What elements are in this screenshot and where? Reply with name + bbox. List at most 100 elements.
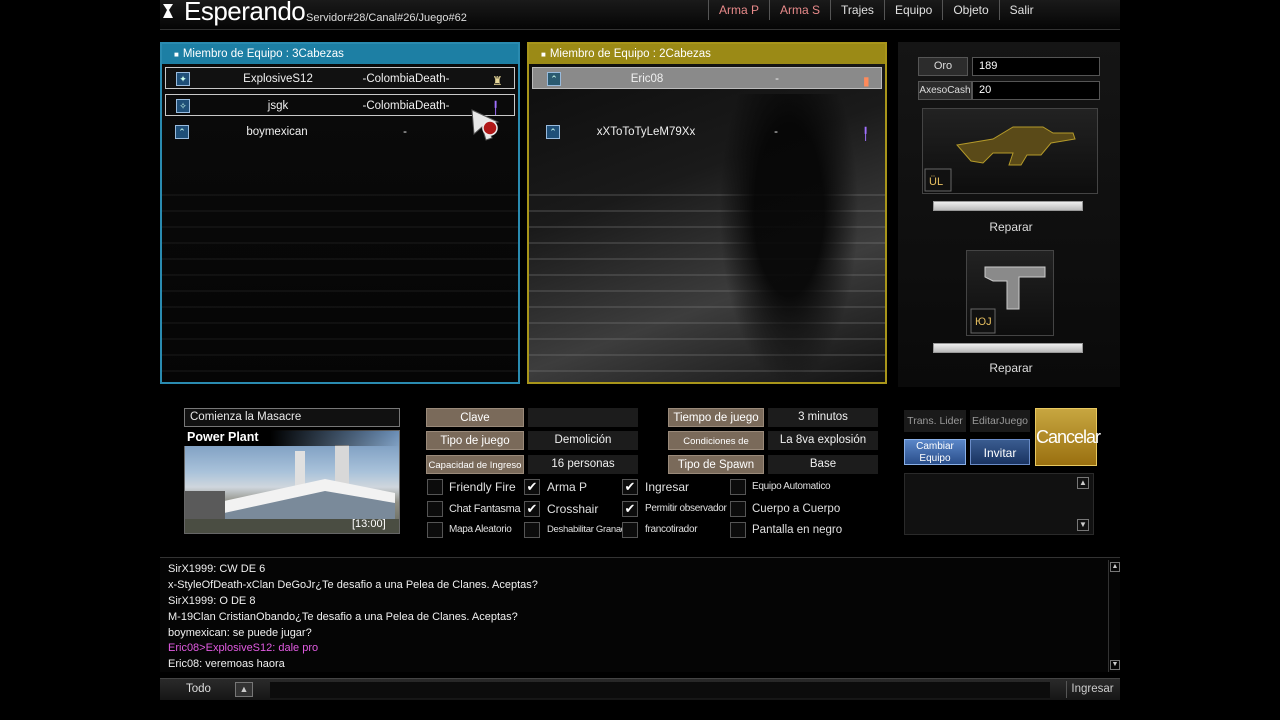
chat-input[interactable] xyxy=(270,682,1050,698)
player-name: xXToToTyLeM79Xx xyxy=(596,126,696,138)
invite-list-box: ▲ ▼ xyxy=(904,473,1094,535)
clave-label: Clave xyxy=(426,408,524,427)
player-name: ExplosiveS12 xyxy=(243,73,313,85)
tipo-juego-value: Demolición xyxy=(528,431,638,450)
tiempo-value: 3 minutos xyxy=(768,408,878,427)
channel-dropdown-icon[interactable]: ▲ xyxy=(235,682,253,697)
team-a-header: ■ Miembro de Equipo : 3Cabezas xyxy=(162,44,518,64)
menu-arma-p[interactable]: Arma P xyxy=(708,0,769,20)
chat-message: SirX1999: CW DE 6 xyxy=(168,563,266,575)
permitir-observador-label: Permitir observador xyxy=(645,503,727,514)
svg-text:ЮJ: ЮJ xyxy=(975,316,992,328)
rank-icon: ⌃ xyxy=(546,125,560,139)
primary-durability-bar xyxy=(933,201,1083,211)
menu-salir[interactable]: Salir xyxy=(998,0,1044,20)
rank-icon: ⌃ xyxy=(547,72,561,86)
ingresar-label: Ingresar xyxy=(645,480,690,494)
rank-icon: ✧ xyxy=(176,99,190,113)
rifle-icon: ÜL xyxy=(924,126,1076,192)
team-a-panel: ■ Miembro de Equipo : 3Cabezas ✦ Explosiv… xyxy=(160,42,520,384)
invitar-button[interactable]: Invitar xyxy=(970,439,1030,465)
svg-text:ÜL: ÜL xyxy=(929,176,943,188)
francotirador-checkbox[interactable] xyxy=(622,522,638,538)
chat-message: M-19Clan CristianObando¿Te desafio a una… xyxy=(168,611,518,623)
gold-value: 189 xyxy=(972,57,1100,76)
tiempo-label: Tiempo de juego xyxy=(668,408,764,427)
friendly-fire-checkbox[interactable] xyxy=(427,479,443,495)
bullet-icon: ■ xyxy=(541,50,546,59)
scroll-up-icon[interactable]: ▲ xyxy=(1110,562,1120,572)
host-crown-icon: ♜ xyxy=(492,74,503,88)
player-name: boymexican xyxy=(246,126,308,138)
cuerpo-a-cuerpo-checkbox[interactable] xyxy=(730,501,746,517)
top-menu: Arma P Arma S Trajes Equipo Objeto Salir xyxy=(708,0,1044,20)
secondary-durability-bar xyxy=(933,343,1083,353)
tipo-juego-label: Tipo de juego xyxy=(426,431,524,450)
chat-scrollbar[interactable]: ▲ ▼ xyxy=(1108,560,1120,672)
chat-message: x-StyleOfDeath-xClan DeGoJr¿Te desafio a… xyxy=(168,579,538,591)
player-row[interactable]: ✦ ExplosiveS12 -ColombiaDeath- ♜ xyxy=(165,67,515,89)
player-clan: -ColombiaDeath- xyxy=(362,100,450,112)
rank-icon: ✦ xyxy=(176,72,190,86)
player-row[interactable]: ⌃ boymexican - xyxy=(165,121,515,143)
menu-arma-s[interactable]: Arma S xyxy=(769,0,830,20)
mapa-aleatorio-checkbox[interactable] xyxy=(427,522,443,538)
editar-juego-button[interactable]: EditarJuego xyxy=(970,410,1030,432)
cambiar-equipo-button[interactable]: Cambiar Equipo xyxy=(904,439,966,465)
menu-objeto[interactable]: Objeto xyxy=(942,0,998,20)
secondary-repair-button[interactable]: Reparar xyxy=(931,361,1091,375)
equipo-automatico-checkbox[interactable] xyxy=(730,479,746,495)
hint-strip xyxy=(160,706,1120,720)
player-row[interactable]: ✧ jsgk -ColombiaDeath- ╿ xyxy=(165,94,515,116)
pantalla-en-negro-checkbox[interactable] xyxy=(730,522,746,538)
panel-stripes xyxy=(162,194,518,374)
francotirador-label: francotirador xyxy=(645,524,698,535)
permitir-observador-checkbox[interactable]: ✔ xyxy=(622,501,638,517)
arma-p-label: Arma P xyxy=(547,480,588,494)
chat-send-button[interactable]: Ingresar xyxy=(1066,681,1118,698)
logo-icon xyxy=(160,2,176,20)
deshabilitar-granada-checkbox[interactable] xyxy=(524,522,540,538)
player-clan: - xyxy=(774,126,778,138)
cancelar-button[interactable]: Cancelar xyxy=(1035,408,1101,466)
condiciones-label: Condiciones de Victoria xyxy=(668,431,764,466)
clave-value xyxy=(528,408,638,427)
chat-fantasma-label: Chat Fantasma xyxy=(449,503,521,515)
pantalla-en-negro-label: Pantalla en negro xyxy=(752,524,843,536)
primary-repair-button[interactable]: Reparar xyxy=(931,220,1091,234)
crosshair-checkbox[interactable]: ✔ xyxy=(524,501,540,517)
primary-weapon-slot[interactable]: ÜL xyxy=(922,108,1098,194)
map-time: [13:00] xyxy=(352,518,386,530)
trans-lider-button[interactable]: Trans. Lider xyxy=(904,410,966,432)
menu-equipo[interactable]: Equipo xyxy=(883,0,942,20)
server-info: Servidor#28/Canal#26/Juego#62 xyxy=(306,12,467,24)
cash-value: 20 xyxy=(972,81,1100,100)
player-clan: - xyxy=(775,73,779,85)
cuerpo-a-cuerpo-label: Cuerpo a Cuerpo xyxy=(752,503,841,515)
capacidad-value: 16 personas xyxy=(528,455,638,474)
scroll-up-icon[interactable]: ▲ xyxy=(1077,477,1089,489)
arma-p-checkbox[interactable]: ✔ xyxy=(524,479,540,495)
rank-icon: ⌃ xyxy=(175,125,189,139)
chat-fantasma-checkbox[interactable] xyxy=(427,501,443,517)
chat-message: Eric08>ExplosiveS12: dale pro xyxy=(168,642,319,654)
player-clan: - xyxy=(403,126,407,138)
spawn-value: Base xyxy=(768,455,878,474)
mapa-aleatorio-label: Mapa Aleatorio xyxy=(449,524,512,535)
chat-message: SirX1999: O DE 8 xyxy=(168,595,256,607)
player-row[interactable]: ⌃ Eric08 - ▮ xyxy=(532,67,882,89)
ingresar-checkbox[interactable]: ✔ xyxy=(622,479,638,495)
menu-trajes[interactable]: Trajes xyxy=(830,0,884,20)
chat-input-bar: Todo ▲ Ingresar xyxy=(160,678,1120,700)
scroll-down-icon[interactable]: ▼ xyxy=(1110,660,1120,670)
chat-channel-label[interactable]: Todo xyxy=(186,683,211,695)
deshabilitar-granada-label: Deshabilitar Granad xyxy=(547,524,626,535)
bullet-icon: ■ xyxy=(174,50,179,59)
mouse-cursor-icon xyxy=(470,108,504,142)
player-name: Eric08 xyxy=(630,73,664,85)
scroll-down-icon[interactable]: ▼ xyxy=(1077,519,1089,531)
gold-label: Oro xyxy=(918,57,968,76)
crosshair-label: Crosshair xyxy=(547,502,599,516)
player-row[interactable]: ⌃ xXToToTyLeM79Xx - ╿ xyxy=(532,121,882,143)
secondary-weapon-slot[interactable]: ЮJ xyxy=(966,250,1054,336)
